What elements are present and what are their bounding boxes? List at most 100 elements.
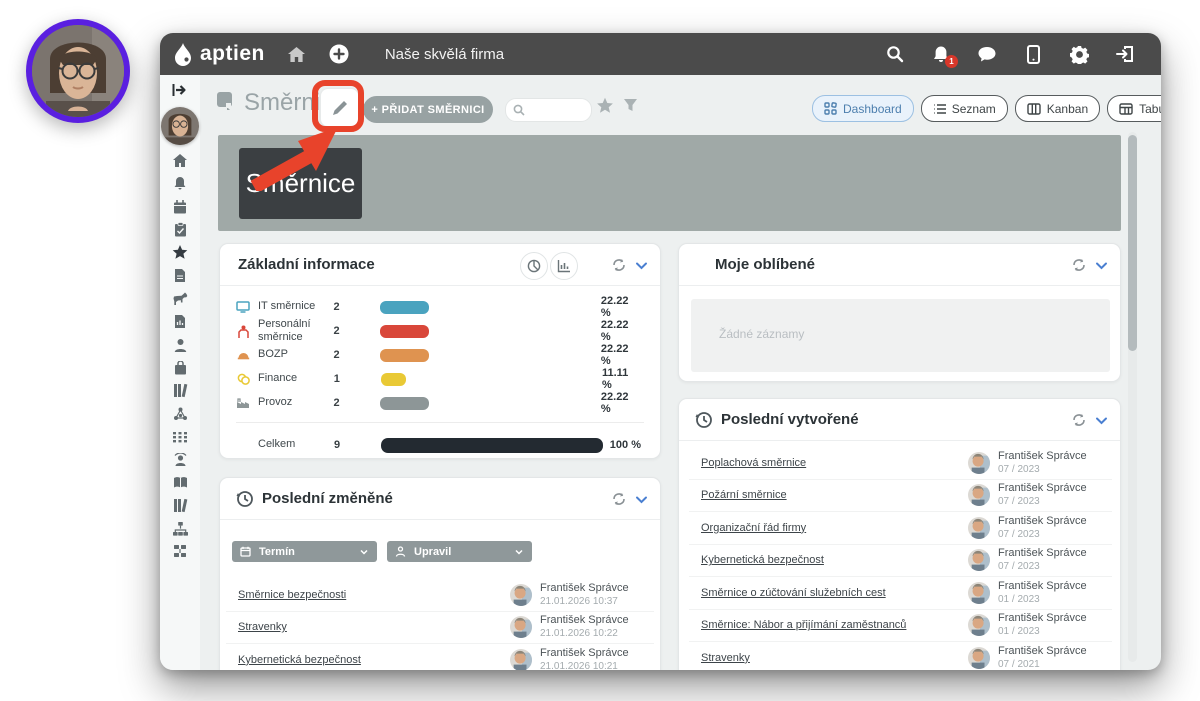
list-item: Stravenky František Správce21.01.2026 10… bbox=[226, 611, 654, 644]
bar-chart-toggle-button[interactable] bbox=[550, 252, 578, 280]
coins-icon bbox=[236, 372, 250, 386]
sidebar-reports-icon[interactable] bbox=[172, 313, 189, 330]
list-item: Poplachová směrnice František Správce07 … bbox=[689, 447, 1112, 479]
bar bbox=[380, 397, 601, 410]
chart-row: Finance 1 11.11 % bbox=[220, 367, 660, 391]
bar bbox=[381, 438, 603, 453]
view-kanban-button[interactable]: Kanban bbox=[1015, 95, 1100, 122]
sidebar-user-avatar[interactable] bbox=[161, 107, 199, 145]
view-switcher: Dashboard Seznam Kanban Tabulka bbox=[812, 95, 1161, 122]
record-link[interactable]: Směrnice bezpečnosti bbox=[238, 589, 346, 601]
empty-state-text: Žádné záznamy bbox=[719, 327, 804, 341]
add-circle-icon[interactable] bbox=[329, 44, 349, 64]
add-directive-button[interactable]: + PŘIDAT SMĚRNICI bbox=[363, 96, 493, 123]
kanban-icon bbox=[1027, 103, 1041, 115]
divider bbox=[236, 422, 644, 423]
record-link[interactable]: Kybernetická bezpečnost bbox=[238, 654, 361, 666]
view-table-button[interactable]: Tabulka bbox=[1107, 95, 1161, 122]
sidebar-bell-icon[interactable] bbox=[172, 175, 189, 192]
sidebar-tasks-icon[interactable] bbox=[172, 221, 189, 238]
pie-chart-toggle-button[interactable] bbox=[520, 252, 548, 280]
card-title: Poslední vytvořené bbox=[721, 411, 859, 428]
avatar bbox=[968, 517, 990, 539]
sidebar-knowledge-book-icon[interactable] bbox=[172, 474, 189, 491]
settings-gear-icon[interactable] bbox=[1069, 44, 1089, 64]
avatar bbox=[968, 614, 990, 636]
sidebar bbox=[160, 75, 200, 670]
chevron-down-icon[interactable] bbox=[1095, 414, 1108, 427]
sidebar-meetings-icon[interactable] bbox=[172, 451, 189, 468]
sidebar-network-icon[interactable] bbox=[172, 405, 189, 422]
chevron-down-icon[interactable] bbox=[635, 259, 648, 272]
chevron-down-icon[interactable] bbox=[635, 493, 648, 506]
sidebar-calendar-icon[interactable] bbox=[172, 198, 189, 215]
card-basic-info: Základní informace bbox=[219, 243, 661, 459]
filter-termin-dropdown[interactable]: Termín bbox=[232, 541, 377, 562]
page: aptien Naše skvělá firma 1 bbox=[0, 0, 1200, 701]
record-link[interactable]: Směrnice o zúčtování služebních cest bbox=[701, 587, 886, 599]
sidebar-documents-icon[interactable] bbox=[172, 267, 189, 284]
sidebar-hierarchy-icon[interactable] bbox=[172, 520, 189, 537]
topbar: aptien Naše skvělá firma 1 bbox=[160, 33, 1161, 75]
avatar bbox=[510, 649, 532, 670]
chart-row: IT směrnice 2 22.22 % bbox=[220, 295, 660, 319]
content: Směrnice + PŘIDAT SMĚRNICI bbox=[200, 75, 1161, 670]
refresh-icon[interactable] bbox=[612, 258, 626, 272]
collapse-sidebar-icon[interactable] bbox=[172, 81, 189, 98]
favorite-star-icon[interactable] bbox=[596, 97, 614, 114]
record-link[interactable]: Směrnice: Nábor a přijímání zaměstnanců bbox=[701, 619, 906, 631]
view-list-button[interactable]: Seznam bbox=[921, 95, 1008, 122]
record-link[interactable]: Stravenky bbox=[238, 621, 287, 633]
sidebar-pets-icon[interactable] bbox=[172, 290, 189, 307]
banner: Směrnice bbox=[218, 135, 1121, 231]
refresh-icon[interactable] bbox=[612, 492, 626, 506]
brand-text: aptien bbox=[200, 42, 265, 66]
company-name: Naše skvělá firma bbox=[385, 46, 504, 63]
sidebar-home-icon[interactable] bbox=[172, 152, 189, 169]
search-field[interactable] bbox=[505, 98, 592, 122]
record-link[interactable]: Stravenky bbox=[701, 652, 750, 664]
list-item: Stravenky František Správce07 / 2021 bbox=[689, 641, 1112, 670]
record-link[interactable]: Poplachová směrnice bbox=[701, 457, 806, 469]
sidebar-org-structure-icon[interactable] bbox=[172, 543, 189, 560]
avatar bbox=[510, 584, 532, 606]
list-item: Kybernetická bezpečnost František Správc… bbox=[226, 643, 654, 670]
brand-logo[interactable]: aptien bbox=[172, 42, 265, 66]
home-icon[interactable] bbox=[287, 44, 307, 64]
record-link[interactable]: Kybernetická bezpečnost bbox=[701, 554, 824, 566]
chart-row: BOZP 2 22.22 % bbox=[220, 343, 660, 367]
notifications-bell-icon[interactable]: 1 bbox=[931, 44, 951, 64]
list-item: Směrnice o zúčtování služebních cest Fra… bbox=[689, 576, 1112, 609]
avatar bbox=[968, 452, 990, 474]
search-input[interactable] bbox=[527, 103, 589, 117]
list-icon bbox=[933, 103, 946, 115]
refresh-icon[interactable] bbox=[1072, 413, 1086, 427]
list-item: Směrnice: Nábor a přijímání zaměstnanců … bbox=[689, 609, 1112, 642]
sidebar-contacts-icon[interactable] bbox=[172, 336, 189, 353]
chart-total-row: Celkem 9 100 % bbox=[220, 431, 660, 459]
sidebar-favorites-star-icon[interactable] bbox=[172, 244, 189, 261]
sidebar-directory-icon[interactable] bbox=[172, 428, 189, 445]
view-dashboard-button[interactable]: Dashboard bbox=[812, 95, 914, 122]
calendar-icon bbox=[240, 546, 252, 558]
chat-icon[interactable] bbox=[977, 44, 997, 64]
logout-icon[interactable] bbox=[1115, 44, 1135, 64]
mobile-icon[interactable] bbox=[1023, 44, 1043, 64]
filter-funnel-icon[interactable] bbox=[623, 98, 638, 113]
record-link[interactable]: Organizační řád firmy bbox=[701, 522, 806, 534]
bar bbox=[381, 373, 602, 386]
chevron-down-icon[interactable] bbox=[1095, 259, 1108, 272]
filter-upravil-dropdown[interactable]: Upravil bbox=[387, 541, 532, 562]
sidebar-archive-icon[interactable] bbox=[172, 497, 189, 514]
refresh-icon[interactable] bbox=[1072, 258, 1086, 272]
table-icon bbox=[1119, 103, 1133, 115]
banner-label-box: Směrnice bbox=[239, 148, 362, 219]
record-link[interactable]: Požární směrnice bbox=[701, 489, 787, 501]
chevron-down-icon bbox=[514, 547, 524, 557]
scrollbar-thumb[interactable] bbox=[1128, 135, 1137, 351]
sidebar-library-icon[interactable] bbox=[172, 382, 189, 399]
card-title: Základní informace bbox=[238, 256, 375, 273]
dashboard-grid-icon bbox=[824, 102, 837, 115]
sidebar-assets-icon[interactable] bbox=[172, 359, 189, 376]
search-icon[interactable] bbox=[885, 44, 905, 64]
